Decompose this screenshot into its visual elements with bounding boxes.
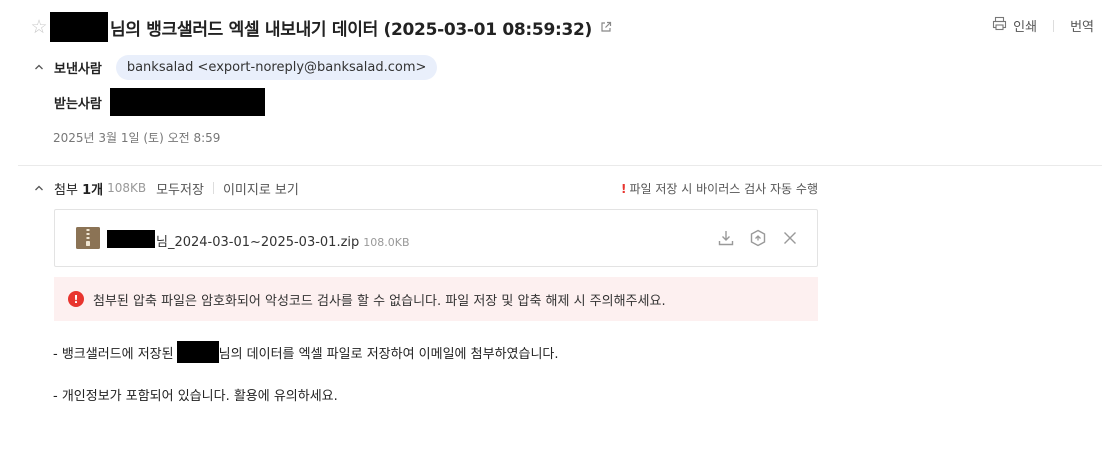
attachment-actions	[717, 229, 799, 247]
attachment-count: 첨부 1개	[54, 179, 103, 198]
attachment-header: 첨부 1개 108KB 모두저장 이미지로 보기	[34, 178, 299, 198]
attachment-label: 첨부	[54, 182, 78, 198]
sender-chip[interactable]: banksalad <export-noreply@banksalad.com>	[115, 54, 438, 80]
body-line2: - 개인정보가 포함되어 있습니다. 활용에 유의하세요.	[53, 388, 338, 404]
attachment-file-size: 108.0KB	[363, 236, 410, 249]
redacted-recipient	[109, 88, 265, 116]
view-as-image-button[interactable]: 이미지로 보기	[223, 179, 299, 198]
close-icon[interactable]	[781, 229, 799, 247]
zip-file-icon	[76, 227, 100, 249]
recipient-label: 받는사람	[54, 96, 102, 112]
sender-row: 보낸사람 banksalad <export-noreply@banksalad…	[34, 53, 438, 81]
body-line1-suffix: 님의 데이터를 엑셀 파일로 저장하여 이메일에 첨부하였습니다.	[218, 346, 559, 362]
mail-date: 2025년 3월 1일 (토) 오전 8:59	[53, 131, 221, 145]
divider	[212, 182, 214, 194]
print-button[interactable]: 인쇄	[992, 16, 1037, 35]
warning-text: 첨부된 압축 파일은 암호화되어 악성코드 검사를 할 수 없습니다. 파일 저…	[93, 293, 666, 309]
cloud-save-icon[interactable]	[749, 229, 767, 247]
encryption-warning: ! 첨부된 압축 파일은 암호화되어 악성코드 검사를 할 수 없습니다. 파일…	[54, 277, 818, 321]
divider	[18, 165, 1102, 166]
attachment-name-text: 님_2024-03-01~2025-03-01.zip	[156, 235, 360, 250]
translate-button[interactable]: 번역	[1070, 16, 1094, 35]
download-icon[interactable]	[717, 229, 735, 247]
body-line1-prefix: - 뱅크샐러드에 저장된	[53, 346, 174, 362]
sender-label: 보낸사람	[54, 61, 102, 77]
body-line: - 개인정보가 포함되어 있습니다. 활용에 유의하세요.	[53, 383, 338, 405]
virus-scan-note: ! 파일 저장 시 바이러스 검사 자동 수행	[621, 180, 818, 197]
chevron-up-icon[interactable]	[34, 62, 44, 72]
redacted-name	[50, 12, 108, 42]
mail-subject: 님의 뱅크샐러드 엑셀 내보내기 데이터 (2025-03-01 08:59:3…	[110, 19, 592, 40]
subject-row: ☆ 님의 뱅크샐러드 엑셀 내보내기 데이터 (2025-03-01 08:59…	[30, 10, 612, 44]
attachment-file-name[interactable]: 님_2024-03-01~2025-03-01.zip 108.0KB	[156, 231, 410, 250]
popout-icon[interactable]	[600, 21, 612, 33]
virus-scan-text: 파일 저장 시 바이러스 검사 자동 수행	[629, 182, 819, 196]
recipient-row: 받는사람	[54, 88, 265, 116]
star-icon[interactable]: ☆	[30, 17, 48, 37]
redacted-name	[107, 230, 155, 248]
attachment-item[interactable]: 님_2024-03-01~2025-03-01.zip 108.0KB	[54, 209, 818, 267]
alert-circle-icon: !	[68, 291, 84, 307]
attachment-total-size: 108KB	[107, 181, 147, 195]
alert-mark-icon: !	[621, 181, 627, 196]
top-actions: 인쇄 번역	[992, 16, 1094, 35]
attachment-count-value: 1개	[82, 182, 104, 198]
chevron-up-icon[interactable]	[34, 183, 44, 193]
save-all-button[interactable]: 모두저장	[156, 179, 204, 198]
body-line: - 뱅크샐러드에 저장된 님의 데이터를 엑셀 파일로 저장하여 이메일에 첨부…	[53, 341, 559, 363]
printer-icon	[992, 16, 1007, 35]
redacted-name	[176, 341, 219, 363]
print-label: 인쇄	[1013, 20, 1038, 35]
divider	[1053, 19, 1055, 32]
